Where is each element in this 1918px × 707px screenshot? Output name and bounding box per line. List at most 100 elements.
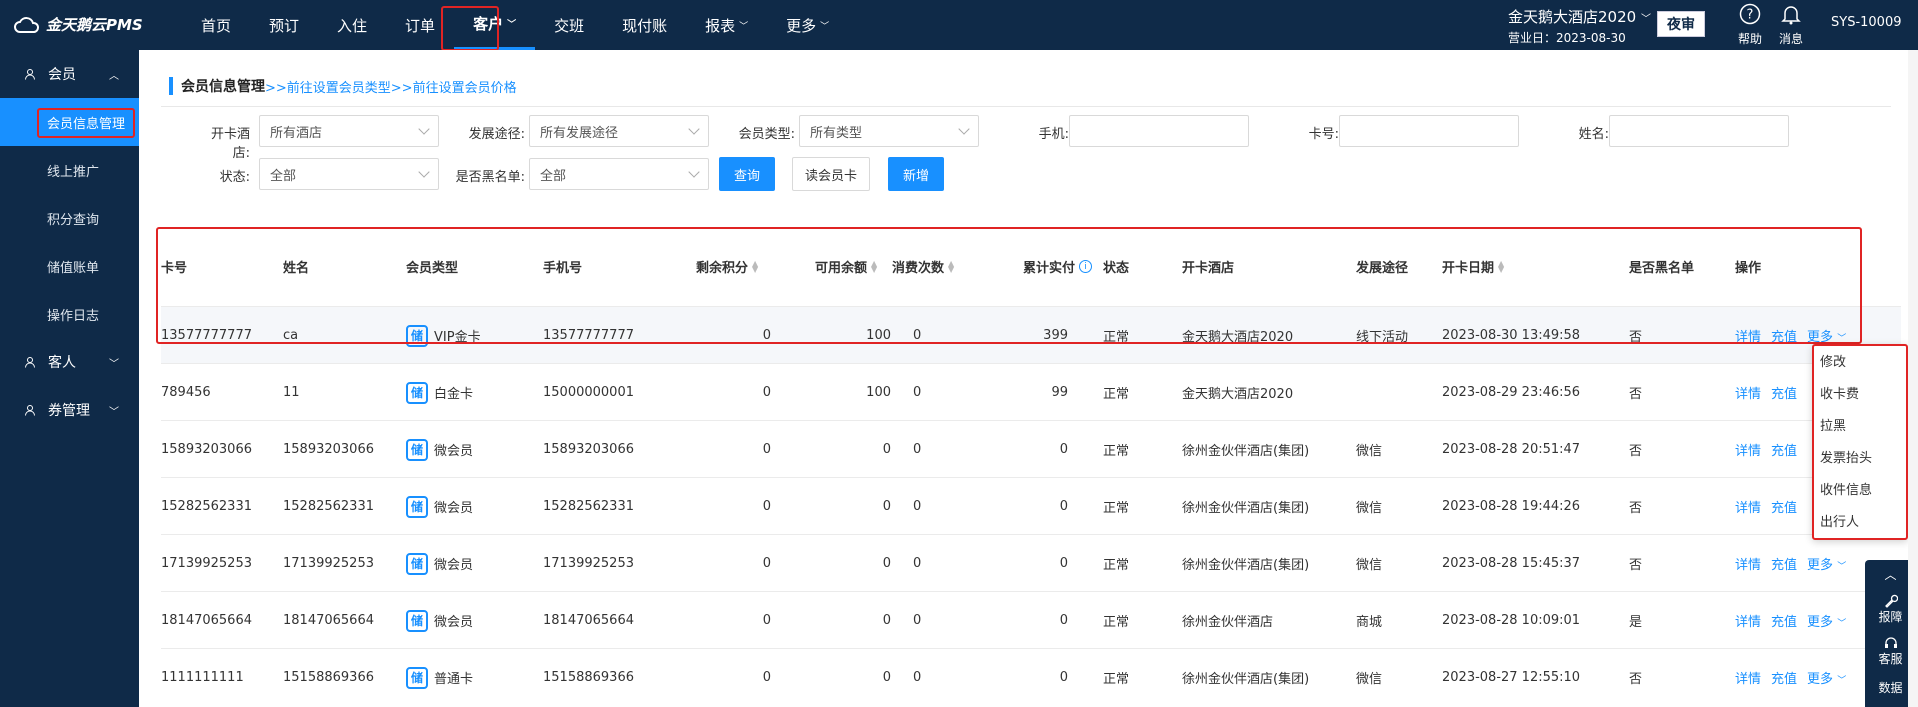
- stored-value-badge: 储: [406, 666, 428, 689]
- sidebar-item-stored-value[interactable]: 储值账单: [0, 242, 139, 290]
- cell-channel: 微信: [1356, 501, 1383, 516]
- sidebar-group-member[interactable]: 会员 ︿: [0, 50, 139, 98]
- messages-button[interactable]: 消息: [1772, 3, 1810, 47]
- table-row[interactable]: 1111111111 15158869366 储普通卡 15158869366 …: [161, 648, 1901, 705]
- sidebar-item-op-log[interactable]: 操作日志: [0, 290, 139, 338]
- sidebar-item-online-promo[interactable]: 线上推广: [0, 146, 139, 194]
- hotel-switcher[interactable]: 金天鹅大酒店2020 ﹀ 营业日：2023-08-30: [1508, 6, 1651, 46]
- name-input[interactable]: [1609, 115, 1789, 147]
- night-audit-button[interactable]: 夜审: [1657, 11, 1705, 37]
- nav-checkin[interactable]: 入住: [318, 0, 386, 50]
- new-member-button[interactable]: 新增: [888, 157, 944, 191]
- headset-icon: [1884, 636, 1897, 648]
- nav-booking[interactable]: 预订: [250, 0, 318, 50]
- recharge-link[interactable]: 充值: [1771, 326, 1797, 345]
- member-type-select[interactable]: 所有类型: [799, 115, 979, 147]
- app-logo[interactable]: 金天鹅云PMS: [14, 14, 143, 35]
- cell-balance: 100: [866, 328, 891, 343]
- table-row[interactable]: 13577777777 ca 储 VIP金卡 13577777777 0 100 …: [161, 306, 1901, 363]
- more-link[interactable]: 更多 ﹀: [1807, 668, 1846, 687]
- cell-name: 15893203066: [283, 442, 374, 457]
- table-row[interactable]: 789456 11 储白金卡 15000000001 0 100 0 99 正常…: [161, 363, 1901, 420]
- menu-item-delivery-info[interactable]: 收件信息: [1812, 472, 1908, 504]
- sidebar-group-guest[interactable]: 客人 ﹀: [0, 338, 139, 386]
- more-link[interactable]: 更多 ﹀: [1807, 611, 1846, 630]
- recharge-link[interactable]: 充值: [1771, 668, 1797, 687]
- cell-blacklist: 否: [1629, 330, 1643, 345]
- query-button[interactable]: 查询: [719, 157, 775, 191]
- more-link[interactable]: 更多 ﹀: [1807, 554, 1846, 573]
- cell-type: 储白金卡: [406, 364, 473, 421]
- cell-paid: 99: [1051, 385, 1068, 400]
- sidebar-group-coupon[interactable]: 券管理 ﹀: [0, 386, 139, 434]
- recharge-link[interactable]: 充值: [1771, 611, 1797, 630]
- menu-item-blacklist[interactable]: 拉黑: [1812, 408, 1908, 440]
- cell-ops: 详情 充值 更多 ﹀: [1735, 649, 1846, 706]
- sidebar-item-points[interactable]: 积分查询: [0, 194, 139, 242]
- cell-hotel: 徐州金伙伴酒店(集团): [1182, 672, 1310, 687]
- user-icon: [25, 357, 35, 368]
- cell-ops: 详情 充值 更多 ﹀: [1735, 535, 1846, 592]
- phone-input[interactable]: [1069, 115, 1249, 147]
- table-row[interactable]: 18147065664 18147065664 储微会员 18147065664…: [161, 591, 1901, 648]
- detail-link[interactable]: 详情: [1735, 383, 1761, 402]
- nav-label: 交班: [554, 16, 585, 35]
- recharge-link[interactable]: 充值: [1771, 497, 1797, 516]
- blacklist-select[interactable]: 全部: [529, 158, 709, 190]
- table-row[interactable]: 17139925253 17139925253 储微会员 17139925253…: [161, 534, 1901, 591]
- sidebar-item-label: 操作日志: [47, 308, 100, 324]
- menu-item-card-fee[interactable]: 收卡费: [1812, 376, 1908, 408]
- menu-item-travelers[interactable]: 出行人: [1812, 504, 1908, 536]
- table-row[interactable]: 15893203066 15893203066 储微会员 15893203066…: [161, 420, 1901, 477]
- nav-label: 更多: [786, 16, 817, 35]
- cell-visits: 0: [913, 328, 922, 343]
- col-balance[interactable]: 可用余额 ▲ ▼: [815, 257, 877, 276]
- channel-select[interactable]: 所有发展途径: [529, 115, 709, 147]
- hotel-select[interactable]: 所有酒店: [259, 115, 439, 147]
- cell-paid: 399: [1043, 328, 1068, 343]
- nav-home[interactable]: 首页: [182, 0, 250, 50]
- menu-item-edit[interactable]: 修改: [1812, 344, 1908, 376]
- nav-reports[interactable]: 报表 ﹀: [686, 0, 767, 50]
- recharge-link[interactable]: 充值: [1771, 440, 1797, 459]
- read-card-button[interactable]: 读会员卡: [792, 157, 870, 191]
- cell-visits: 0: [913, 670, 922, 685]
- vertical-scrollbar[interactable]: [1908, 50, 1918, 707]
- more-link[interactable]: 更多 ﹀: [1807, 326, 1846, 345]
- member-type: 微会员: [434, 558, 474, 573]
- recharge-link[interactable]: 充值: [1771, 383, 1797, 402]
- detail-link[interactable]: 详情: [1735, 497, 1761, 516]
- nav-cash-account[interactable]: 现付账: [603, 0, 686, 50]
- chevron-down-icon: ﹀: [739, 21, 749, 32]
- nav-more[interactable]: 更多 ﹀: [767, 0, 848, 50]
- cell-type: 储微会员: [406, 421, 473, 478]
- nav-orders[interactable]: 订单: [386, 0, 454, 50]
- cell-card: 15893203066: [161, 442, 252, 457]
- settings-links[interactable]: >>前往设置会员类型>>前往设置会员价格: [265, 77, 517, 96]
- col-points[interactable]: 剩余积分 ▲ ▼: [696, 257, 758, 276]
- table-row[interactable]: 15282562331 15282562331 储微会员 15282562331…: [161, 477, 1901, 534]
- chevron-down-icon: [418, 166, 430, 178]
- sidebar-item-member-info[interactable]: 会员信息管理: [0, 98, 139, 146]
- nav-customers[interactable]: 客户 ﹀: [454, 0, 536, 50]
- cell-name: 17139925253: [283, 556, 374, 571]
- cell-paid: 0: [1059, 499, 1068, 514]
- card-input[interactable]: [1339, 115, 1519, 147]
- cell-visits: 0: [913, 499, 922, 514]
- help-button[interactable]: ? 帮助: [1731, 3, 1769, 47]
- detail-link[interactable]: 详情: [1735, 611, 1761, 630]
- user-menu[interactable]: SYS-10009: [1831, 15, 1902, 30]
- status-select[interactable]: 全部: [259, 158, 439, 190]
- detail-link[interactable]: 详情: [1735, 326, 1761, 345]
- cell-visits: 0: [913, 613, 922, 628]
- col-visits[interactable]: 消费次数 ▲ ▼: [892, 257, 954, 276]
- detail-link[interactable]: 详情: [1735, 440, 1761, 459]
- detail-link[interactable]: 详情: [1735, 668, 1761, 687]
- menu-item-invoice-title[interactable]: 发票抬头: [1812, 440, 1908, 472]
- detail-link[interactable]: 详情: [1735, 554, 1761, 573]
- nav-shift[interactable]: 交班: [535, 0, 603, 50]
- cell-status: 正常: [1103, 444, 1130, 459]
- info-icon[interactable]: i: [1079, 260, 1093, 273]
- col-date[interactable]: 开卡日期 ▲ ▼: [1442, 257, 1504, 276]
- recharge-link[interactable]: 充值: [1771, 554, 1797, 573]
